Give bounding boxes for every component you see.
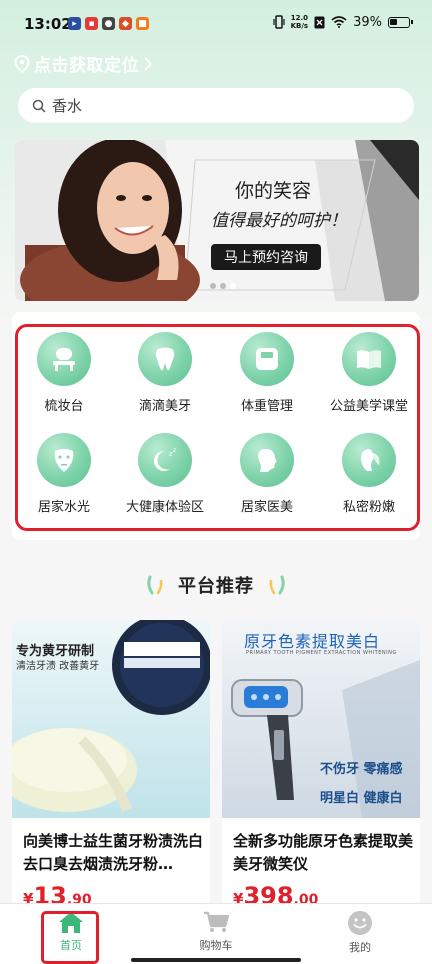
vanity-icon [37, 332, 91, 386]
chevron-right-icon [144, 56, 153, 71]
nav-cart[interactable]: 购物车 [166, 910, 266, 953]
banner-subtitle: 值得最好的呵护！ [211, 211, 347, 231]
network-speed: 12.0 KB/s [290, 14, 309, 30]
wifi-icon [331, 16, 347, 28]
carousel-dot[interactable] [220, 283, 226, 289]
face-mask-icon [37, 433, 91, 487]
banner-title: 你的笑容 [235, 180, 312, 202]
product-name: 全新多功能原牙色素提取美美牙微笑仪 [233, 832, 413, 873]
cart-icon [204, 911, 230, 932]
battery-percent: 39% [353, 14, 382, 30]
book-icon [342, 332, 396, 386]
leaf-woman-icon [342, 433, 396, 487]
location-selector[interactable]: 点击获取定位 [14, 51, 153, 76]
sparkle-icon [269, 575, 285, 595]
category-weight[interactable]: 体重管理 [216, 332, 318, 414]
head-profile-icon [240, 433, 294, 487]
category-label: 体重管理 [240, 399, 293, 414]
category-teeth[interactable]: 滴滴美牙 [114, 332, 216, 414]
carousel-dot-active[interactable] [230, 283, 236, 289]
category-label: 滴滴美牙 [138, 399, 191, 414]
product-card[interactable]: 原牙色素提取美白 PRIMARY TOOTH PIGMENT EXTRACTIO… [222, 620, 420, 920]
tooth-icon [138, 332, 192, 386]
notification-app-icon: ● [102, 17, 115, 30]
product-image-tagline-secondary: 清洁牙渍 改善黄牙 [16, 661, 100, 672]
vibrate-icon [273, 15, 285, 29]
nav-label: 首页 [60, 939, 82, 952]
product-image-title: 原牙色素提取美白 [244, 632, 381, 651]
category-label: 梳妆台 [44, 399, 84, 414]
search-input[interactable]: 香水 [18, 88, 414, 123]
status-time: 13:02 [24, 15, 72, 33]
location-text: 点击获取定位 [34, 56, 139, 76]
sim-icon [314, 16, 325, 28]
nav-label: 购物车 [199, 939, 233, 952]
product-name: 向美博士益生菌牙粉渍洗白去口臭去烟渍洗牙粉… [23, 832, 203, 873]
section-title: 平台推荐 [178, 576, 254, 597]
sparkle-icon [147, 575, 163, 595]
category-label: 私密粉嫩 [342, 500, 395, 515]
product-image-subtitle: PRIMARY TOOTH PIGMENT EXTRACTION WHITENI… [246, 650, 397, 656]
notification-app-icon: ▸ [68, 17, 81, 30]
category-home-aesthetics[interactable]: 居家医美 [216, 433, 318, 515]
smiley-icon [348, 911, 372, 935]
bottom-nav: 首页 购物车 我的 [0, 903, 432, 964]
category-private-care[interactable]: 私密粉嫩 [318, 433, 420, 515]
battery-icon [388, 16, 413, 28]
category-hydration[interactable]: 居家水光 [13, 433, 115, 515]
category-label: 居家医美 [240, 500, 293, 515]
svg-text:z: z [173, 447, 176, 454]
product-image-feature: 不伤牙 零痛感 [320, 762, 403, 777]
banner-cta-button[interactable]: 马上预约咨询 [211, 244, 321, 270]
product-image-feature: 明星白 健康白 [320, 791, 403, 806]
category-class[interactable]: 公益美学课堂 [318, 332, 420, 414]
notification-app-icon: ▪ [85, 17, 98, 30]
scale-icon [240, 332, 294, 386]
nav-home[interactable]: 首页 [21, 910, 121, 953]
carousel-indicator [210, 283, 236, 289]
product-card[interactable]: 专为黄牙研制 清洁牙渍 改善黄牙 向美博士益生菌牙粉渍洗白去口臭去烟渍洗牙粉… … [12, 620, 210, 920]
category-vanity[interactable]: 梳妆台 [13, 332, 115, 414]
nav-profile[interactable]: 我的 [310, 910, 410, 955]
promo-banner[interactable]: 你的笑容 值得最好的呵护！ 马上预约咨询 [15, 140, 419, 301]
carousel-dot[interactable] [210, 283, 216, 289]
status-notification-icons: ▸ ▪ ● ◆ ■ [68, 17, 149, 30]
location-pin-icon [14, 54, 30, 73]
category-health[interactable]: zz 大健康体验区 [114, 433, 216, 515]
home-icon [59, 912, 83, 933]
status-bar: 13:02 ▸ ▪ ● ◆ ■ 12.0 KB/s 39% [0, 0, 432, 50]
notification-app-icon: ■ [136, 17, 149, 30]
system-home-indicator[interactable] [131, 958, 301, 962]
notification-app-icon: ◆ [119, 17, 132, 30]
moon-sleep-icon: zz [138, 433, 192, 487]
category-label: 公益美学课堂 [329, 399, 408, 414]
status-indicators: 12.0 KB/s 39% [273, 14, 413, 30]
search-icon [32, 99, 46, 113]
category-label: 居家水光 [37, 500, 90, 515]
nav-label: 我的 [349, 941, 371, 954]
search-value: 香水 [52, 97, 83, 115]
section-header: 平台推荐 [0, 572, 432, 598]
category-label: 大健康体验区 [125, 500, 204, 515]
